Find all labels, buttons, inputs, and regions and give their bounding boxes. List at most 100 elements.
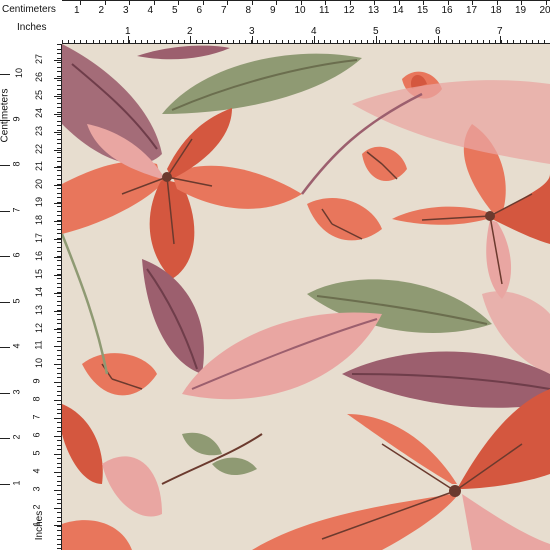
- top-cm-tick: [398, 0, 400, 5]
- side-minor-tick: [57, 350, 62, 351]
- top-minor-tick: [80, 40, 82, 44]
- side-minor-tick: [57, 80, 62, 81]
- top-minor-tick: [318, 40, 320, 44]
- side-minor-tick: [57, 327, 62, 329]
- side-minor-tick: [57, 219, 62, 221]
- side-inch-number: 7: [11, 206, 22, 213]
- side-inch-number: 10: [14, 67, 25, 79]
- top-minor-tick: [232, 40, 234, 44]
- side-inch-tick: [0, 301, 10, 303]
- top-minor-tick: [110, 40, 112, 44]
- side-cm-tick: [54, 185, 62, 187]
- top-minor-tick: [519, 40, 521, 44]
- side-minor-tick: [57, 440, 62, 441]
- top-cm-number: 14: [392, 5, 404, 16]
- side-minor-tick: [57, 120, 62, 122]
- top-cm-tick: [104, 0, 106, 5]
- top-minor-tick: [501, 40, 503, 44]
- side-cm-number: 11: [33, 340, 44, 351]
- side-minor-tick: [57, 467, 62, 468]
- side-cm-number: 24: [34, 107, 45, 118]
- top-minor-tick: [104, 40, 106, 44]
- side-minor-tick: [57, 516, 62, 518]
- top-minor-tick: [397, 40, 399, 44]
- top-cm-number: 5: [172, 5, 178, 16]
- side-cm-number: 20: [34, 179, 45, 190]
- side-minor-tick: [57, 161, 62, 162]
- fabric-print: [62, 44, 550, 550]
- side-cm-number: 17: [34, 232, 45, 244]
- top-minor-tick: [434, 40, 436, 44]
- side-minor-tick: [57, 138, 62, 140]
- side-cm-number: 19: [34, 197, 45, 208]
- top-minor-tick: [342, 40, 344, 44]
- top-cm-tick: [80, 0, 81, 5]
- top-minor-tick: [409, 40, 411, 44]
- side-minor-tick: [57, 44, 62, 45]
- side-cm-tick: [54, 95, 62, 97]
- top-minor-tick: [220, 40, 222, 44]
- side-minor-tick: [57, 197, 62, 198]
- top-minor-tick: [360, 40, 362, 44]
- top-minor-tick: [214, 40, 216, 44]
- top-minor-tick: [251, 40, 253, 44]
- top-minor-tick: [513, 40, 515, 44]
- side-cm-tick: [54, 292, 62, 294]
- top-minor-tick: [379, 40, 381, 44]
- top-minor-tick: [257, 40, 259, 44]
- top-minor-tick: [428, 40, 429, 44]
- side-cm-number: 8: [31, 396, 42, 402]
- side-cm-number: 10: [34, 358, 45, 369]
- side-minor-tick: [57, 512, 62, 513]
- top-minor-tick: [299, 40, 301, 44]
- side-minor-tick: [57, 341, 62, 342]
- top-minor-tick: [440, 40, 442, 44]
- side-minor-tick: [57, 471, 62, 473]
- top-minor-tick: [123, 40, 124, 44]
- side-minor-tick: [57, 548, 62, 549]
- side-minor-tick: [57, 147, 62, 149]
- side-cm-number: 21: [34, 161, 45, 172]
- side-cm-tick: [54, 346, 62, 348]
- top-cm-number: 2: [98, 5, 105, 16]
- side-cm-number: 4: [31, 468, 42, 474]
- side-minor-tick: [57, 242, 62, 243]
- side-minor-tick: [57, 489, 62, 491]
- side-minor-tick: [57, 170, 62, 171]
- side-minor-tick: [57, 71, 62, 72]
- side-minor-tick: [57, 224, 62, 225]
- side-minor-tick: [57, 156, 62, 158]
- side-inch-tick: [0, 438, 10, 439]
- side-inch-tick: [0, 74, 10, 75]
- side-minor-tick: [57, 381, 62, 383]
- top-minor-tick: [330, 40, 332, 44]
- side-minor-tick: [57, 480, 62, 482]
- side-minor-tick: [57, 354, 62, 356]
- top-minor-tick: [470, 40, 472, 44]
- side-minor-tick: [57, 336, 62, 338]
- top-cm-tick: [129, 0, 130, 5]
- side-inch-number: 8: [11, 161, 22, 167]
- top-cm-tick: [521, 0, 522, 5]
- side-minor-tick: [57, 282, 62, 284]
- side-cm-number: 3: [31, 486, 42, 492]
- top-minor-tick: [245, 40, 246, 44]
- side-minor-tick: [57, 84, 62, 86]
- top-cm-tick: [227, 0, 228, 5]
- side-inch-number: 1: [11, 479, 22, 486]
- top-cm-tick: [374, 0, 375, 5]
- side-cm-tick: [54, 77, 62, 79]
- top-cm-number: 19: [515, 5, 527, 16]
- side-minor-tick: [57, 98, 62, 99]
- side-minor-tick: [57, 107, 62, 108]
- side-minor-tick: [57, 165, 62, 167]
- side-minor-tick: [57, 300, 62, 302]
- top-cm-number: 6: [196, 5, 203, 16]
- side-inch-tick: [0, 210, 10, 212]
- side-minor-tick: [57, 404, 62, 405]
- side-cm-tick: [54, 131, 62, 133]
- side-minor-tick: [57, 251, 62, 252]
- top-minor-tick: [421, 40, 423, 44]
- side-minor-tick: [57, 359, 62, 360]
- side-cm-number: 15: [34, 268, 45, 279]
